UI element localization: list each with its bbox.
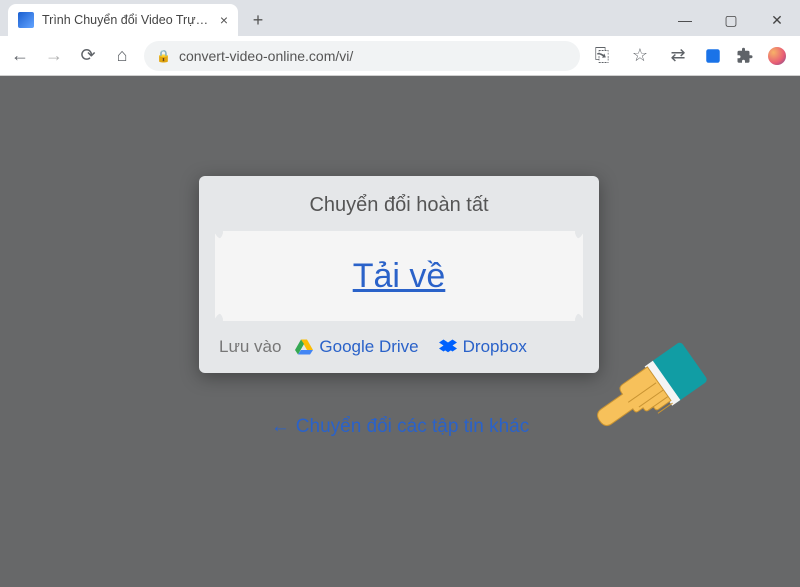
titlebar: Trình Chuyển đổi Video Trực tuyế × + — ▢… bbox=[0, 0, 800, 36]
dropbox-icon bbox=[439, 338, 457, 356]
minimize-button[interactable]: — bbox=[662, 4, 708, 36]
extension-area: ⎘ ☆ ⇄ bbox=[590, 45, 792, 66]
save-row: Lưu vào Google Drive Dropbox bbox=[215, 335, 583, 359]
close-tab-icon[interactable]: × bbox=[220, 12, 228, 28]
save-label: Lưu vào bbox=[219, 337, 281, 357]
google-drive-icon bbox=[295, 338, 313, 356]
dropbox-button[interactable]: Dropbox bbox=[439, 337, 527, 357]
card-title: Chuyển đổi hoàn tất bbox=[215, 194, 583, 217]
google-drive-button[interactable]: Google Drive bbox=[295, 337, 418, 357]
maximize-button[interactable]: ▢ bbox=[708, 4, 754, 36]
star-icon[interactable]: ☆ bbox=[628, 45, 652, 66]
window-controls: — ▢ ✕ bbox=[662, 4, 800, 36]
toolbar: ← → ⟳ ⌂ 🔒 convert-video-online.com/vi/ ⎘… bbox=[0, 36, 800, 76]
arrow-left-icon: ← bbox=[271, 416, 290, 437]
address-bar[interactable]: 🔒 convert-video-online.com/vi/ bbox=[144, 41, 580, 71]
favicon-icon bbox=[18, 12, 34, 28]
new-tab-button[interactable]: + bbox=[244, 6, 272, 34]
tab-title: Trình Chuyển đổi Video Trực tuyế bbox=[42, 13, 212, 27]
url-text: convert-video-online.com/vi/ bbox=[179, 48, 353, 64]
close-window-button[interactable]: ✕ bbox=[754, 4, 800, 36]
download-box: Tải về bbox=[215, 231, 583, 321]
browser-tab[interactable]: Trình Chuyển đổi Video Trực tuyế × bbox=[8, 4, 238, 36]
reload-button[interactable]: ⟳ bbox=[76, 45, 100, 66]
lock-icon: 🔒 bbox=[156, 49, 171, 63]
back-button[interactable]: ← bbox=[8, 45, 32, 66]
profile-avatar[interactable] bbox=[768, 47, 786, 65]
home-button[interactable]: ⌂ bbox=[110, 45, 134, 66]
forward-button[interactable]: → bbox=[42, 45, 66, 66]
page-content: Chuyển đổi hoàn tất Tải về Lưu vào Googl… bbox=[0, 76, 800, 587]
share-icon[interactable]: ⎘ bbox=[590, 45, 614, 66]
convert-more-link[interactable]: ← Chuyển đổi các tập tin khác bbox=[271, 416, 529, 437]
download-link[interactable]: Tải về bbox=[353, 257, 446, 296]
extension-icon[interactable] bbox=[704, 47, 722, 65]
browser-chrome: Trình Chuyển đổi Video Trực tuyế × + — ▢… bbox=[0, 0, 800, 76]
translate-icon[interactable]: ⇄ bbox=[666, 45, 690, 66]
dropbox-label: Dropbox bbox=[463, 337, 527, 357]
conversion-complete-card: Chuyển đổi hoàn tất Tải về Lưu vào Googl… bbox=[199, 176, 599, 373]
convert-more-link-wrap: ← Chuyển đổi các tập tin khác bbox=[0, 416, 800, 438]
puzzle-icon[interactable] bbox=[736, 47, 754, 65]
convert-more-text: Chuyển đổi các tập tin khác bbox=[296, 416, 529, 437]
google-drive-label: Google Drive bbox=[319, 337, 418, 357]
